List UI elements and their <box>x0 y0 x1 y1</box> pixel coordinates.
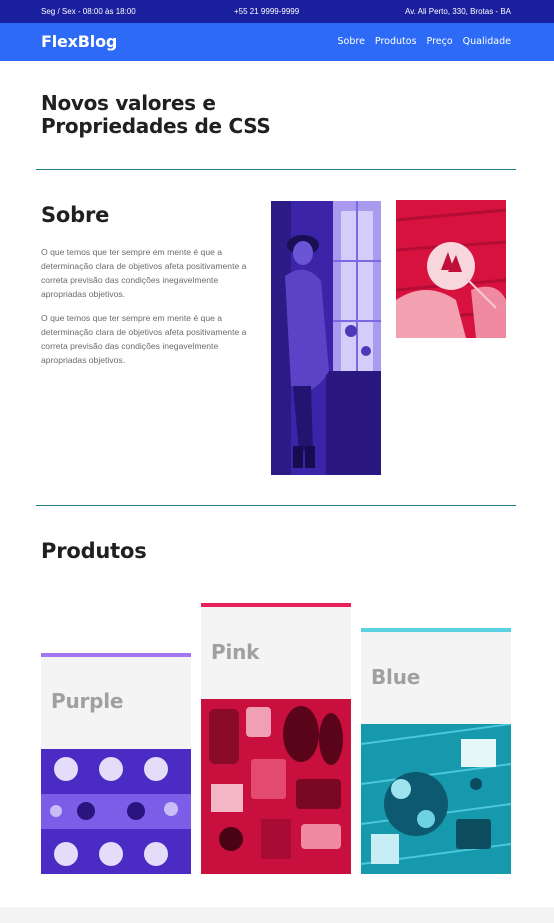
product-card-pink[interactable]: Pink <box>201 603 351 874</box>
product-card-label: Blue <box>371 665 421 689</box>
address: Av. Ali Perto, 330, Brotas - BA <box>405 7 511 16</box>
page-title: Novos valores e Propriedades de CSS <box>41 92 341 138</box>
hands-craft-photo <box>396 200 506 338</box>
page-title-line2: Propriedades de CSS <box>41 114 271 138</box>
product-card-label: Purple <box>51 689 124 713</box>
woman-window-photo <box>271 201 381 475</box>
footer-strip <box>0 907 554 923</box>
sobre-paragraph-1: O que temos que ter sempre em mente é qu… <box>41 247 247 299</box>
nav-link-sobre[interactable]: Sobre <box>338 36 365 47</box>
card-accent-bar <box>41 653 191 657</box>
produtos-heading: Produtos <box>41 539 147 563</box>
desk-flowers-photo <box>361 724 511 874</box>
travel-gear-photo <box>201 699 351 874</box>
card-accent-bar <box>201 603 351 607</box>
card-accent-bar <box>361 628 511 632</box>
product-card-label: Pink <box>211 640 260 664</box>
table-setting-photo <box>41 749 191 874</box>
page-title-line1: Novos valores e <box>41 91 216 115</box>
sobre-paragraph-2: O que temos que ter sempre em mente é qu… <box>41 313 247 365</box>
section-divider <box>36 169 516 170</box>
site-logo[interactable]: FlexBlog <box>41 32 117 51</box>
site-header: FlexBlog Sobre Produtos Preço Qualidade <box>0 23 554 61</box>
section-divider <box>36 505 516 506</box>
nav-link-qualidade[interactable]: Qualidade <box>463 36 511 47</box>
phone-number[interactable]: +55 21 9999-9999 <box>234 7 299 16</box>
business-hours: Seg / Sex - 08:00 às 18:00 <box>41 7 136 16</box>
main-nav: Sobre Produtos Preço Qualidade <box>338 36 512 47</box>
nav-link-produtos[interactable]: Produtos <box>375 36 417 47</box>
product-card-purple[interactable]: Purple <box>41 653 191 874</box>
product-card-blue[interactable]: Blue <box>361 628 511 874</box>
sobre-heading: Sobre <box>41 203 110 227</box>
nav-link-preco[interactable]: Preço <box>427 36 453 47</box>
top-info-bar: Seg / Sex - 08:00 às 18:00 +55 21 9999-9… <box>0 0 554 23</box>
